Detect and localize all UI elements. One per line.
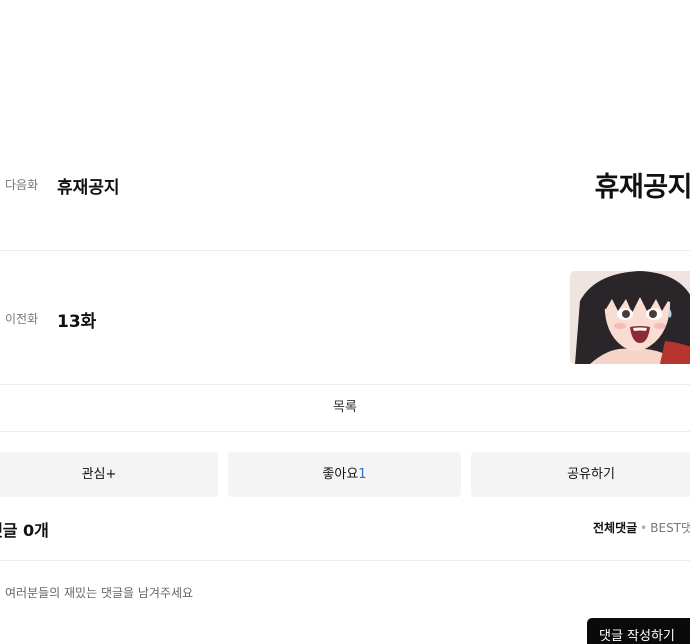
- divider: [0, 560, 690, 561]
- share-button-label: 공유하기: [567, 467, 615, 482]
- favorite-button-label: 관심+: [81, 467, 117, 482]
- favorite-button[interactable]: 관심+: [0, 452, 218, 497]
- prev-episode-title[interactable]: 13화: [57, 307, 96, 332]
- tab-separator: •: [640, 521, 648, 535]
- prev-episode-caption: 이전화: [5, 312, 39, 326]
- like-button-label: 좋아요: [322, 467, 359, 482]
- like-button[interactable]: 좋아요1: [228, 452, 461, 497]
- comment-count: 댓글 0개: [0, 521, 49, 540]
- tab-best-comments[interactable]: BEST댓글: [650, 521, 690, 535]
- next-episode-thumbnail-text: 휴재공지: [594, 172, 690, 203]
- comment-sort-tabs: 전체댓글•BEST댓글: [593, 519, 690, 536]
- manga-character-image: [570, 271, 690, 364]
- next-episode-title[interactable]: 휴재공지: [57, 173, 120, 198]
- share-button[interactable]: 공유하기: [471, 452, 690, 497]
- episode-footer: 다음화 휴재공지 휴재공지 이전화 13화 목록 관심+ 좋아요1 공유하기 글…: [0, 0, 690, 644]
- divider: [0, 431, 690, 432]
- next-episode-row[interactable]: 다음화 휴재공지 휴재공지: [0, 118, 690, 250]
- prev-episode-thumbnail[interactable]: [570, 271, 690, 364]
- like-count: 1: [358, 467, 367, 482]
- submit-comment-button[interactable]: 댓글 작성하기: [587, 618, 690, 644]
- tab-all-comments[interactable]: 전체댓글: [593, 521, 637, 535]
- episode-list-link[interactable]: 목록: [0, 385, 690, 431]
- prev-episode-row[interactable]: 이전화 13화: [0, 251, 690, 384]
- next-episode-caption: 다음화: [5, 178, 39, 192]
- comment-input[interactable]: [0, 575, 565, 611]
